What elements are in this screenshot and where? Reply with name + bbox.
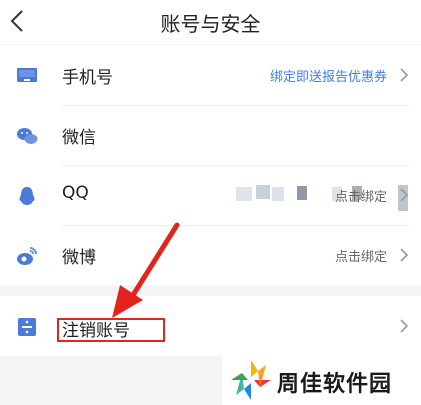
phone-icon [17, 68, 37, 82]
row-qq-value[interactable]: 点击绑定 [335, 186, 387, 205]
watermark-logo-icon [231, 360, 271, 400]
row-qq[interactable]: QQ 点击绑定 [0, 165, 421, 225]
chevron-right-icon [400, 319, 409, 333]
watermark-text: 周佳软件园 [277, 372, 393, 397]
account-binding-list: 手机号 绑定即送报告优惠券 微信 QQ 点击绑定 微博 点击绑定 [0, 45, 421, 286]
row-weibo-label: 微博 [62, 248, 96, 268]
page-title: 账号与安全 [160, 12, 261, 36]
weibo-icon [17, 247, 37, 265]
chevron-right-icon [400, 248, 409, 262]
row-weibo-value[interactable]: 点击绑定 [335, 246, 387, 265]
row-qq-label: QQ [62, 183, 89, 203]
row-phone-value: 绑定即送报告优惠券 [269, 70, 387, 85]
row-phone[interactable]: 手机号 绑定即送报告优惠券 [0, 45, 421, 105]
qq-icon [19, 187, 35, 205]
row-phone-label: 手机号 [62, 68, 113, 88]
wechat-icon [17, 128, 38, 144]
chevron-right-icon [400, 188, 409, 202]
header-bar: 账号与安全 [0, 0, 421, 44]
cancel-account-icon [18, 318, 36, 336]
annotation-highlight-box [57, 318, 165, 342]
row-weibo[interactable]: 微博 点击绑定 [0, 225, 421, 285]
row-wechat[interactable]: 微信 [0, 105, 421, 211]
row-wechat-label: 微信 [62, 128, 96, 148]
chevron-right-icon [400, 68, 409, 82]
